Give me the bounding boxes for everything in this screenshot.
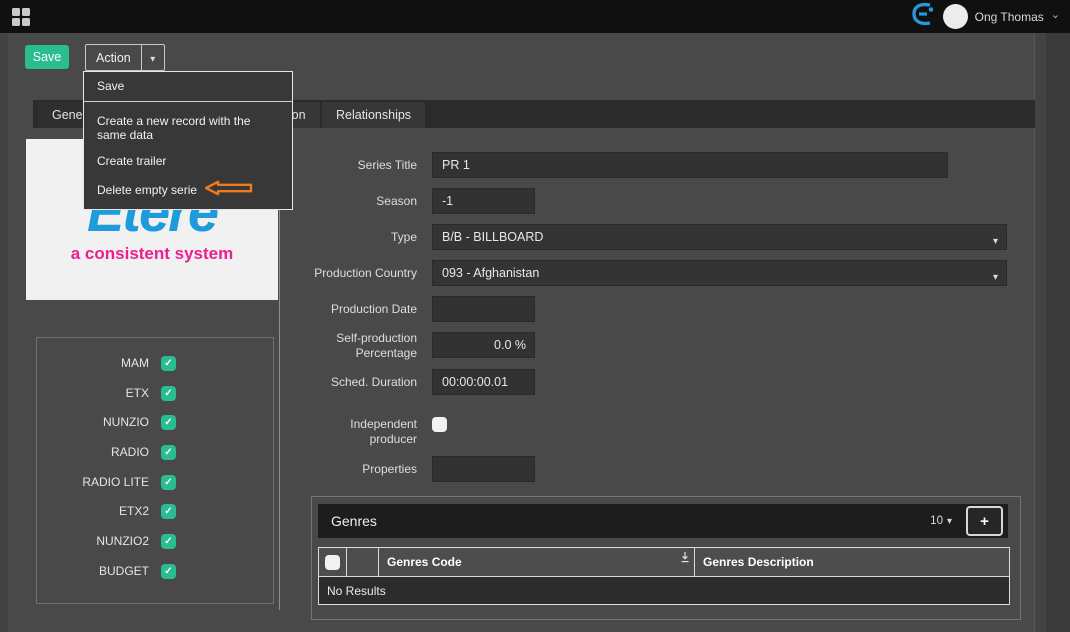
series-title-input[interactable]	[432, 152, 948, 178]
column-label: Genres Code	[387, 555, 462, 569]
chevron-down-icon[interactable]: ⌄	[1051, 8, 1060, 21]
chevron-down-icon	[947, 515, 952, 527]
chevron-down-icon	[150, 51, 155, 65]
module-label: BUDGET	[37, 564, 149, 579]
module-row: ETX	[37, 386, 273, 401]
module-label: RADIO	[37, 445, 149, 460]
module-label: NUNZIO2	[37, 534, 149, 549]
etere-mark-icon	[910, 2, 936, 31]
type-select-value: B/B - BILLBOARD	[442, 230, 543, 244]
chevron-down-icon	[993, 233, 998, 247]
tab-relationships[interactable]: Relationships	[322, 102, 425, 128]
page-size-select[interactable]: 10	[930, 515, 952, 527]
action-split-button: Action	[85, 44, 165, 71]
menu-item-create-new-record[interactable]: Create a new record with the same data	[84, 108, 292, 148]
module-label: NUNZIO	[37, 415, 149, 430]
grid-square	[12, 18, 20, 26]
header-genres-code[interactable]: Genres Code	[379, 548, 695, 576]
action-button[interactable]: Action	[86, 45, 141, 70]
sched-duration-input[interactable]	[432, 369, 535, 395]
genres-header: Genres 10 +	[318, 504, 1008, 538]
header-spacer-cell	[347, 548, 379, 576]
checkbox-checked-icon[interactable]	[161, 564, 176, 579]
right-margin	[1046, 33, 1070, 632]
field-label: Production Country	[307, 266, 417, 281]
genres-title: Genres	[331, 513, 377, 529]
save-button[interactable]: Save	[25, 45, 69, 69]
production-date-input[interactable]	[432, 296, 535, 322]
grid-square	[22, 18, 30, 26]
checkbox-checked-icon[interactable]	[161, 475, 176, 490]
genres-empty-row: No Results	[319, 576, 1009, 604]
field-label: Sched. Duration	[307, 375, 417, 390]
menu-item-create-trailer[interactable]: Create trailer	[84, 148, 292, 174]
chevron-down-icon	[993, 269, 998, 283]
checkbox-checked-icon[interactable]	[161, 534, 176, 549]
user-area: Ong Thomas ⌄	[910, 0, 1060, 33]
production-country-value: 093 - Afghanistan	[442, 266, 539, 280]
production-country-select[interactable]: 093 - Afghanistan	[432, 260, 1007, 286]
season-input[interactable]	[432, 188, 535, 214]
app-window: Ong Thomas ⌄ Save Action General Distrib…	[0, 0, 1070, 632]
checkbox-checked-icon[interactable]	[161, 504, 176, 519]
menu-separator	[84, 101, 292, 102]
page-size-value: 10	[930, 515, 943, 527]
module-row: RADIO LITE	[37, 475, 273, 490]
checkbox-checked-icon[interactable]	[161, 386, 176, 401]
header-genres-description[interactable]: Genres Description	[695, 548, 1009, 576]
field-label: Season	[307, 194, 417, 209]
header-checkbox-cell	[319, 548, 347, 576]
module-row: NUNZIO	[37, 415, 273, 430]
field-label: Type	[307, 230, 417, 245]
action-caret-button[interactable]	[141, 45, 164, 70]
menu-item-delete-empty-serie[interactable]: Delete empty serie	[84, 174, 292, 205]
module-label: ETX	[37, 386, 149, 401]
add-genre-button[interactable]: +	[966, 506, 1003, 536]
independent-producer-checkbox[interactable]	[432, 417, 447, 432]
menu-item-save[interactable]: Save	[84, 72, 292, 101]
field-label: Self-production Percentage	[307, 331, 417, 361]
no-results-text: No Results	[319, 584, 386, 598]
sort-icon[interactable]	[680, 550, 690, 568]
field-label: Independent producer	[307, 417, 417, 447]
checkbox-checked-icon[interactable]	[161, 356, 176, 371]
user-name[interactable]: Ong Thomas	[975, 10, 1044, 24]
genres-table-header: Genres Code Genres Description	[319, 548, 1009, 576]
module-row: NUNZIO2	[37, 534, 273, 549]
module-row: BUDGET	[37, 564, 273, 579]
module-row: RADIO	[37, 445, 273, 460]
column-label: Genres Description	[703, 555, 814, 569]
field-label: Series Title	[307, 158, 417, 173]
avatar[interactable]	[943, 4, 968, 29]
action-dropdown-menu: Save Create a new record with the same d…	[83, 71, 293, 210]
properties-input[interactable]	[432, 456, 535, 482]
grid-square	[22, 8, 30, 16]
field-label: Production Date	[307, 302, 417, 317]
checkbox-checked-icon[interactable]	[161, 415, 176, 430]
type-select[interactable]: B/B - BILLBOARD	[432, 224, 1007, 250]
module-label: ETX2	[37, 504, 149, 519]
module-label: RADIO LITE	[37, 475, 149, 490]
module-label: MAM	[37, 356, 149, 371]
genres-table: Genres Code Genres Description No Result…	[318, 547, 1010, 605]
menu-item-label: Delete empty serie	[97, 183, 197, 197]
module-row: ETX2	[37, 504, 273, 519]
checkbox-checked-icon[interactable]	[161, 445, 176, 460]
module-row: MAM	[37, 356, 273, 371]
field-label: Properties	[307, 462, 417, 477]
grid-square	[12, 8, 20, 16]
modules-panel: MAM ETX NUNZIO RADIO RADIO LITE ETX2 NUN…	[36, 337, 274, 604]
top-bar: Ong Thomas ⌄	[0, 0, 1070, 33]
brand-tagline: a consistent system	[71, 244, 234, 264]
select-all-checkbox[interactable]	[325, 555, 340, 570]
self-production-input[interactable]	[432, 332, 535, 358]
app-grid-icon[interactable]	[12, 8, 32, 28]
annotation-arrow-icon	[205, 180, 253, 199]
